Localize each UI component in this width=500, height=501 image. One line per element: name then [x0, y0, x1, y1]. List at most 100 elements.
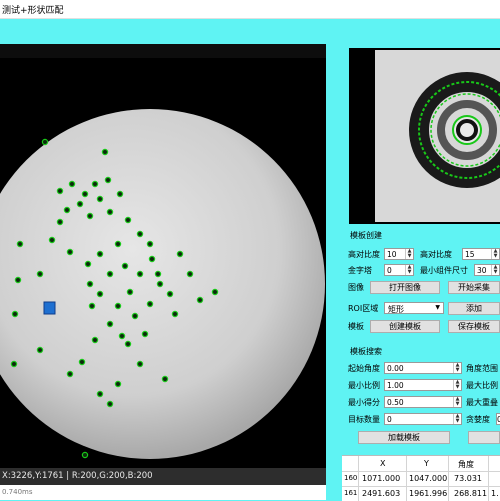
spin-arrows-icon[interactable]: ▲ ▼ — [405, 249, 413, 259]
load-template-button[interactable]: 加载模板 — [358, 431, 450, 444]
contrast-label: 高对比度 — [348, 250, 380, 259]
svg-text:·: · — [113, 319, 114, 323]
spin-arrows-icon[interactable]: ▲ ▼ — [491, 249, 499, 259]
contrast-low-input[interactable]: 10 ▲ ▼ — [384, 248, 414, 260]
start-angle-row: 起始角度 0.00 ▲ ▼ 角度范围 — [348, 362, 500, 374]
image-row: 图像 打开图像 开始采集 — [348, 281, 500, 294]
spin-arrows-icon[interactable]: ▲ ▼ — [453, 414, 461, 424]
image-canvas[interactable]: · · · · · · · · · · · · · · · · · · · · · · · · · · · · · · · · · · · · · · · ·… — [0, 44, 326, 468]
svg-text:·: · — [121, 239, 122, 243]
svg-text:·: · — [18, 309, 19, 313]
svg-text:·: · — [121, 379, 122, 383]
svg-text:·: · — [203, 295, 204, 299]
roi-shape-select[interactable]: 矩形 ▼ — [384, 302, 444, 314]
roi-row: ROI区域 矩形 ▼ 添加 — [348, 302, 500, 315]
table-row-index: 161 — [344, 489, 358, 497]
svg-text:·: · — [138, 311, 139, 315]
contrast-high-input[interactable]: 15 ▲ ▼ — [462, 248, 500, 260]
table-cell-angle: 73.031 — [454, 474, 482, 483]
svg-text:·: · — [98, 179, 99, 183]
svg-text:·: · — [153, 299, 154, 303]
greediness-input[interactable]: 0 — [496, 413, 500, 425]
svg-text:·: · — [128, 261, 129, 265]
template-search-title: 模板搜索 — [350, 347, 382, 356]
spin-arrows-icon[interactable]: ▲ ▼ — [453, 380, 461, 390]
save-template-button[interactable]: 保存模板 — [448, 320, 500, 333]
table-cell-extra: 1. — [491, 489, 499, 498]
max-scale-label: 最大比例 — [466, 381, 498, 390]
template-row: 模板 创建模板 保存模板 — [348, 320, 500, 333]
svg-text:·: · — [113, 399, 114, 403]
svg-text:·: · — [70, 205, 71, 209]
template-preview — [349, 48, 500, 224]
chevron-down-icon[interactable]: ▼ — [435, 304, 440, 311]
svg-text:·: · — [153, 239, 154, 243]
start-capture-button[interactable]: 开始采集 — [448, 281, 500, 294]
svg-text:·: · — [63, 217, 64, 221]
add-roi-button[interactable]: 添加 — [448, 302, 500, 315]
extra-button[interactable] — [468, 431, 500, 444]
table-cell-x: 1071.000 — [362, 474, 401, 483]
svg-text:·: · — [163, 279, 164, 283]
svg-text:·: · — [55, 235, 56, 239]
svg-text:·: · — [125, 331, 126, 335]
column-header-angle[interactable]: 角度 — [458, 459, 474, 470]
image-viewer[interactable]: · · · · · · · · · · · · · · · · · · · · · · · · · · · · · · · · · · · · · · · ·… — [0, 44, 326, 468]
min-component-value: 30 — [477, 266, 487, 275]
svg-text:·: · — [17, 359, 18, 363]
svg-text:·: · — [63, 186, 64, 190]
contrast-low-value: 10 — [387, 250, 397, 259]
table-cell-y: 1047.000 — [409, 474, 448, 483]
svg-text:·: · — [121, 301, 122, 305]
pyramid-input[interactable]: 0 ▲ ▼ — [384, 264, 414, 276]
min-scale-input[interactable]: 1.00 ▲ ▼ — [384, 379, 462, 391]
table-cell-x: 2491.603 — [362, 489, 401, 498]
contrast-high-label: 高对比度 — [420, 250, 452, 259]
spin-arrows-icon[interactable]: ▲ ▼ — [491, 265, 499, 275]
svg-text:·: · — [183, 249, 184, 253]
table-cell-angle: 268.811 — [454, 489, 488, 498]
spin-arrows-icon[interactable]: ▲ ▼ — [405, 265, 413, 275]
column-header-y[interactable]: Y — [424, 459, 429, 468]
min-score-input[interactable]: 0.50 ▲ ▼ — [384, 396, 462, 408]
pyramid-value: 0 — [387, 266, 392, 275]
roi-rect[interactable] — [43, 301, 56, 315]
svg-text:·: · — [178, 309, 179, 313]
svg-text:·: · — [21, 275, 22, 279]
pyramid-label: 金字塔 — [348, 266, 372, 275]
svg-text:·: · — [131, 339, 132, 343]
start-angle-label: 起始角度 — [348, 364, 380, 373]
results-table[interactable]: X Y 角度 160 1071.000 1047.000 73.031 161 … — [342, 455, 500, 501]
open-image-button[interactable]: 打开图像 — [370, 281, 440, 294]
svg-text:·: · — [83, 199, 84, 203]
title-bar: 测试+形状匹配 — [0, 0, 500, 19]
svg-text:·: · — [103, 249, 104, 253]
svg-text:·: · — [173, 289, 174, 293]
svg-text:·: · — [43, 345, 44, 349]
svg-text:·: · — [48, 137, 49, 141]
svg-text:·: · — [85, 357, 86, 361]
svg-text:·: · — [88, 450, 89, 454]
template-create-title: 模板创建 — [350, 231, 382, 240]
min-component-label: 最小组件尺寸 — [420, 266, 468, 275]
spin-arrows-icon[interactable]: ▲ ▼ — [453, 397, 461, 407]
timing-text: 0.740ms — [2, 488, 33, 496]
svg-text:·: · — [193, 269, 194, 273]
svg-text:·: · — [95, 301, 96, 305]
min-score-label: 最小得分 — [348, 398, 380, 407]
create-template-button[interactable]: 创建模板 — [370, 320, 440, 333]
target-count-label: 目标数量 — [348, 415, 380, 424]
min-component-input[interactable]: 30 ▲ ▼ — [474, 264, 500, 276]
svg-text:·: · — [111, 175, 112, 179]
angle-range-label: 角度范围 — [466, 364, 498, 373]
spin-arrows-icon[interactable]: ▲ ▼ — [453, 363, 461, 373]
column-header-x[interactable]: X — [380, 459, 385, 468]
svg-text:·: · — [143, 359, 144, 363]
target-count-input[interactable]: 0 ▲ ▼ — [384, 413, 462, 425]
svg-text:·: · — [123, 189, 124, 193]
target-count-value: 0 — [387, 415, 392, 424]
table-cell-y: 1961.996 — [409, 489, 448, 498]
image-label: 图像 — [348, 283, 364, 292]
target-count-row: 目标数量 0 ▲ ▼ 贪婪度 0 — [348, 413, 500, 425]
start-angle-input[interactable]: 0.00 ▲ ▼ — [384, 362, 462, 374]
